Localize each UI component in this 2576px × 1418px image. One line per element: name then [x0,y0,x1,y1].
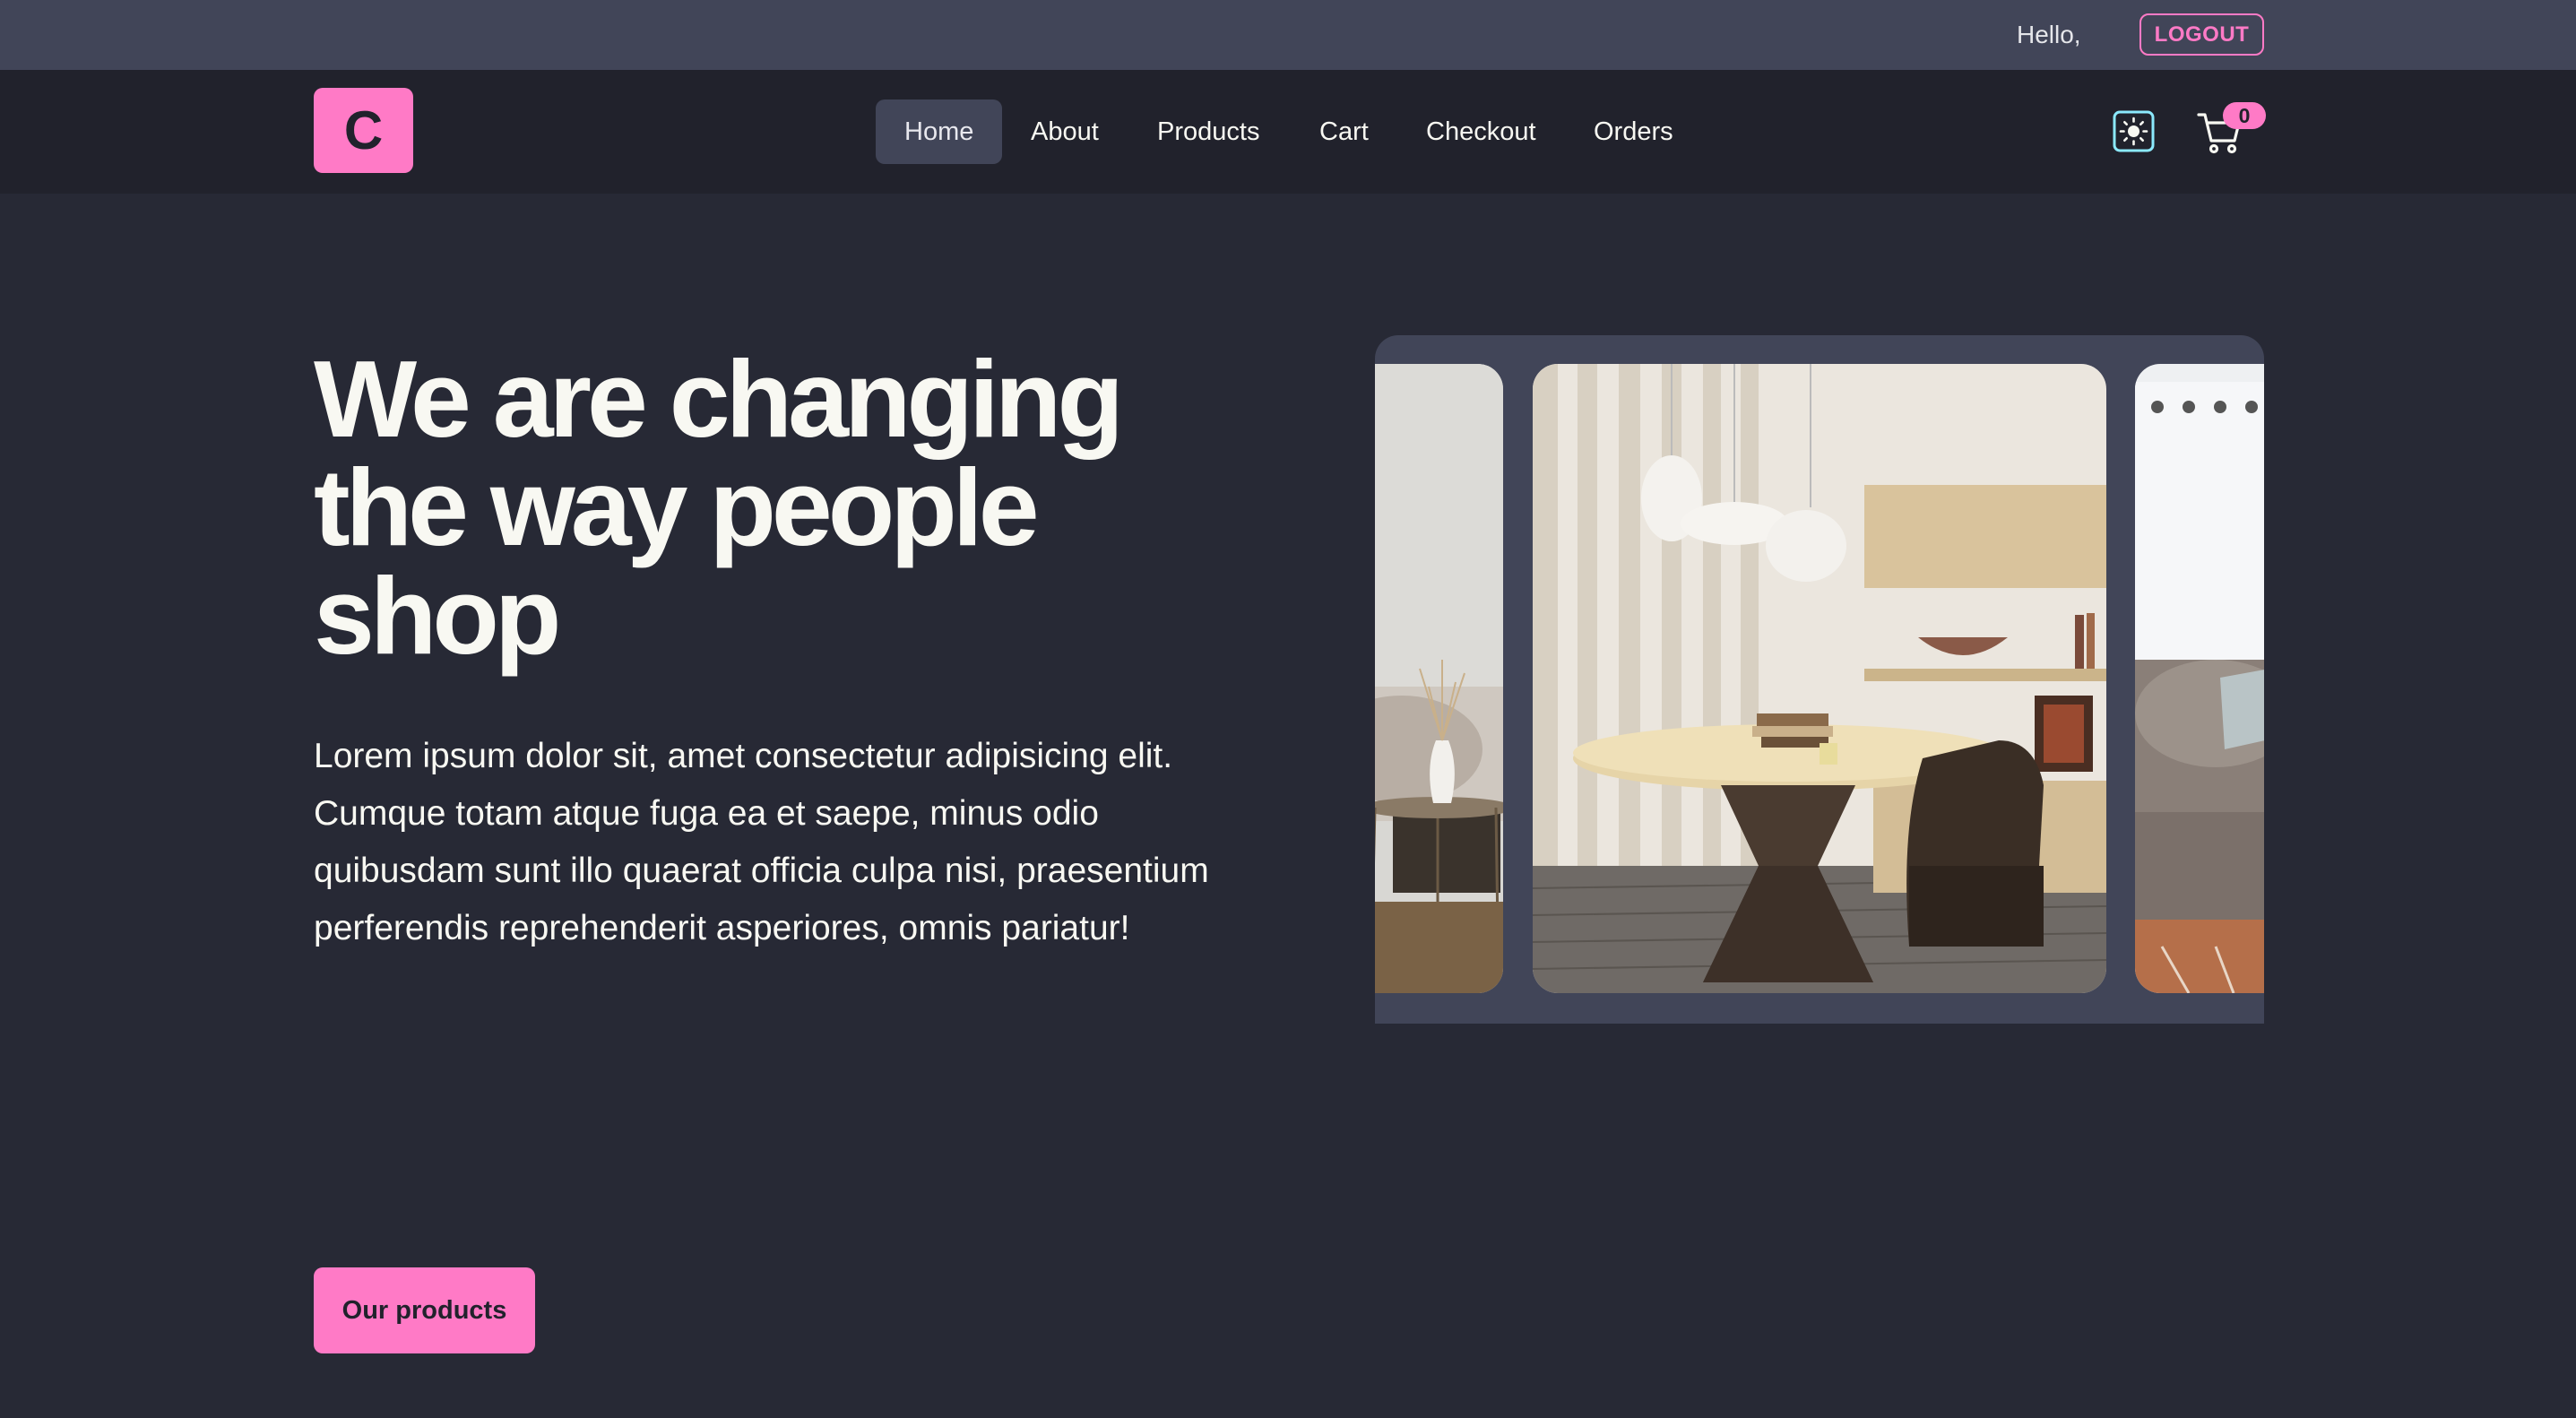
nav-link-home[interactable]: Home [876,99,1003,164]
greeting-text: Hello, [2017,21,2081,48]
logo[interactable]: C [314,88,413,173]
cart-count-badge: 0 [2223,102,2266,129]
carousel-slide-sofa [2135,364,2264,993]
nav-link-about[interactable]: About [1002,99,1128,164]
living-room-image [1375,364,1503,993]
nav-link-orders[interactable]: Orders [1565,99,1702,164]
carousel-slide-living-room [1375,364,1503,993]
logout-button[interactable]: LOGOUT [2139,13,2264,56]
carousel-slide-dining [1533,364,2106,993]
theme-toggle[interactable] [2113,110,2155,152]
hero-title: We are changing the way people shop [314,338,1124,677]
our-products-button[interactable]: Our products [314,1267,535,1353]
top-bar: Hello, LOGOUT [0,0,2576,70]
sofa-room-image [2135,364,2264,993]
image-carousel[interactable] [1375,335,2264,1024]
dining-room-image [1533,364,2106,993]
nav-link-cart[interactable]: Cart [1291,99,1397,164]
cart-button[interactable]: 0 [2196,102,2266,160]
nav-link-checkout[interactable]: Checkout [1397,99,1565,164]
main-navbar: C Home About Products Cart Checkout Orde… [0,70,2576,194]
hero-description: Lorem ipsum dolor sit, amet consectetur … [314,737,1209,947]
nav-link-products[interactable]: Products [1128,99,1288,164]
sun-icon [2113,110,2155,152]
